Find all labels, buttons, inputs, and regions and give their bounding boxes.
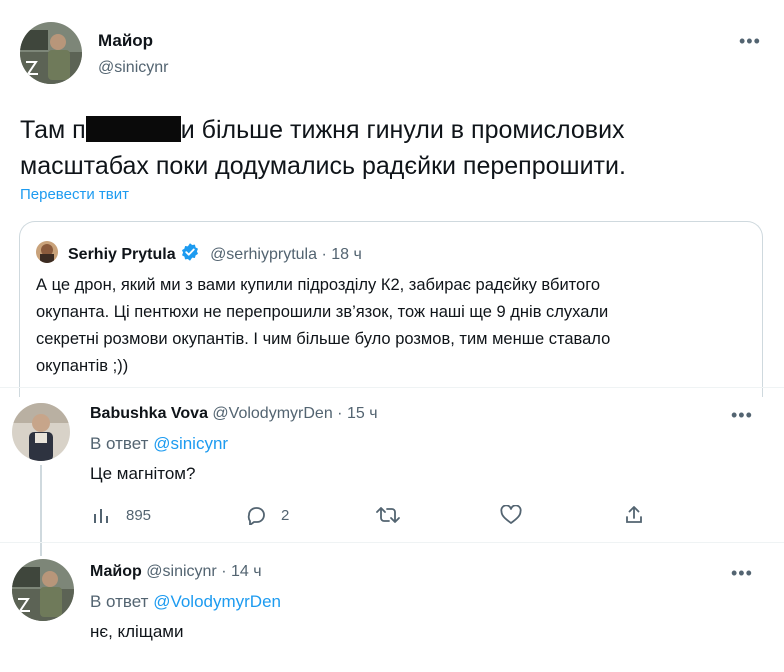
quoted-tweet[interactable]: Serhiy Prytula @serhiyprytula · 18 ч А ц… [19,221,763,397]
share-action[interactable] [624,505,644,525]
share-icon [626,506,642,523]
quoted-header: Serhiy Prytula @serhiyprytula · 18 ч [68,242,362,264]
quoted-time: 18 ч [331,246,362,263]
reply-more-options-icon[interactable]: ••• [731,563,753,584]
reply-to-prefix: В ответ [90,592,149,611]
retweet-action[interactable] [375,505,401,525]
reply-to-handle[interactable]: @VolodymyrDen [153,592,281,611]
reply-separator: · [337,405,343,422]
reply-to-handle[interactable]: @sinicynr [153,434,228,453]
like-icon [500,505,522,524]
tweet-text-start: Там п [20,116,86,144]
tweet-text-end: и більше тижня гинули в промислових [180,116,625,144]
reply-separator: · [221,563,227,580]
reply-to-prefix: В ответ [90,434,149,453]
divider [0,542,784,543]
reply-header: Майор @sinicynr · 14 ч [90,563,262,581]
reply-time[interactable]: 15 ч [347,405,378,422]
like-action[interactable] [500,505,522,525]
reply-time[interactable]: 14 ч [231,563,262,580]
reply-author-avatar[interactable] [12,559,74,621]
reply-author-name[interactable]: Babushka Vova [90,405,208,422]
reply-author-avatar[interactable] [12,403,70,461]
quoted-text-line2: окупанта. Ці пентюхи не перепрошили зв’я… [36,303,609,321]
views-action[interactable]: 895 [92,505,151,525]
reply-more-options-icon[interactable]: ••• [731,405,753,426]
more-options-icon[interactable]: ••• [739,31,761,52]
quoted-text-line1: А це дрон, який ми з вами купили підрозд… [36,276,601,294]
tweet-text-line2: масштабах поки додумались радєйки перепр… [20,152,626,180]
quoted-text-line4: окупантів ;)) [36,357,129,375]
tweet-text: Там п и більше тижня гинули в промислових… [20,112,626,184]
quoted-text-line3: секретні розмови окупантів. І чим більше… [36,330,611,348]
reply-to-line: В ответ @sinicynr [90,434,228,454]
reply-to-line: В ответ @VolodymyrDen [90,592,281,612]
reply-action[interactable]: 2 [245,505,289,525]
redaction-box [85,116,181,142]
reply-header: Babushka Vova @VolodymyrDen · 15 ч [90,405,378,423]
quoted-author-name: Serhiy Prytula [68,246,176,263]
reply-icon [247,507,265,525]
quoted-separator: · [321,246,327,263]
retweet-icon [376,507,400,523]
quoted-author-avatar [36,241,58,263]
divider [0,387,784,388]
author-avatar[interactable] [20,22,82,84]
verified-icon [181,243,198,261]
views-icon [94,509,108,523]
views-count: 895 [126,506,152,524]
author-name[interactable]: Майор [98,31,153,51]
quoted-author-handle: @serhiyprytula [210,246,318,263]
author-handle[interactable]: @sinicynr [98,59,168,77]
translate-link[interactable]: Перевести твит [20,186,129,203]
reply-count: 2 [281,506,290,524]
reply-text: нє, кліщами [90,622,184,641]
quoted-text: А це дрон, який ми з вами купили підрозд… [36,272,610,380]
reply-text: Це магнітом? [90,464,196,483]
reply-author-name[interactable]: Майор [90,563,142,580]
reply-author-handle[interactable]: @sinicynr [146,563,216,580]
reply-author-handle[interactable]: @VolodymyrDen [212,405,332,422]
